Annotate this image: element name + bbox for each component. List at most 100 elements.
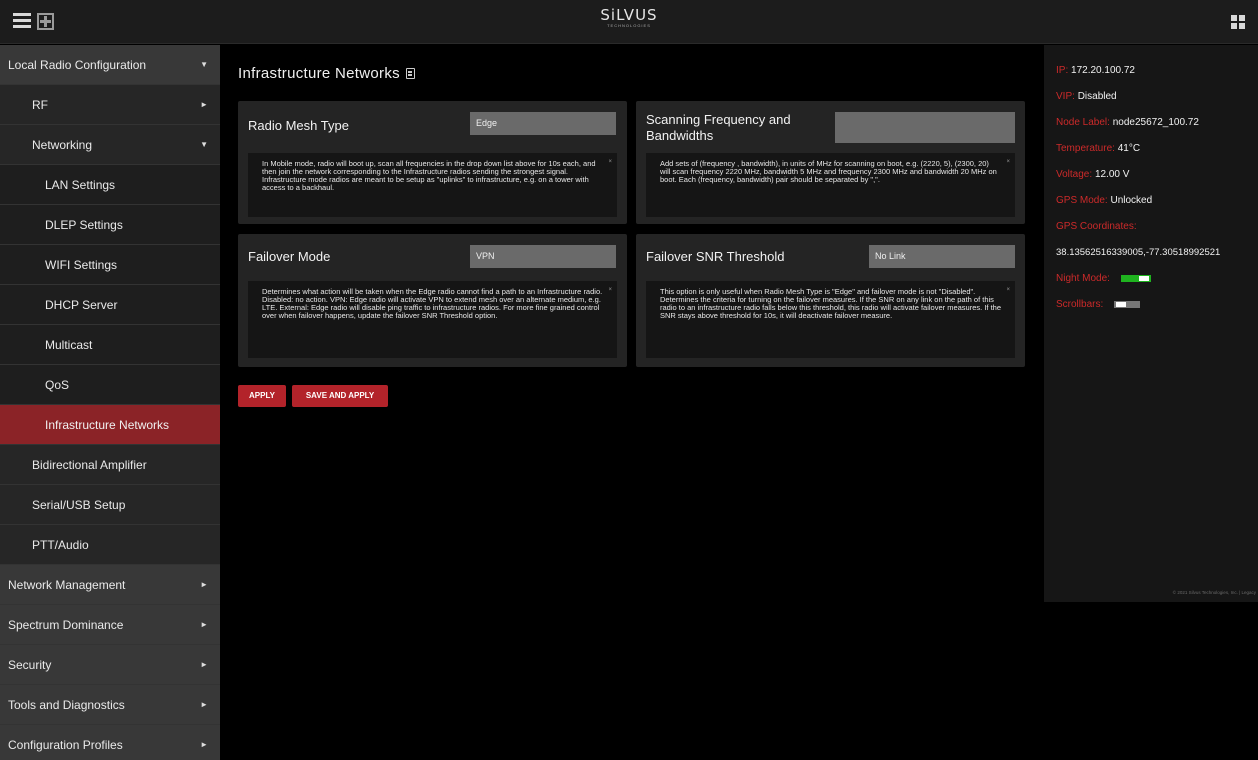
night-mode-toggle[interactable] (1120, 274, 1151, 282)
scrollbars-toggle[interactable] (1114, 300, 1141, 308)
silvus-logo: SiLVUS TECHNOLOGIES (0, 6, 1258, 28)
sidebar-item-qos[interactable]: QoS (0, 365, 220, 405)
sidebar-item-rf[interactable]: RF ► (0, 85, 220, 125)
failover-mode-select[interactable]: VPN (470, 245, 616, 268)
caret-right-icon: ► (200, 700, 208, 709)
sidebar-item-serial-usb-setup[interactable]: Serial/USB Setup (0, 485, 220, 525)
sidebar-item-spectrum-dominance[interactable]: Spectrum Dominance ► (0, 605, 220, 645)
sidebar-item-label: PTT/Audio (32, 538, 89, 552)
status-panel: IP: 172.20.100.72 VIP: Disabled Node Lab… (1044, 45, 1258, 602)
sidebar-item-label: Networking (32, 138, 93, 152)
main-content: Infrastructure Networks Radio Mesh Type … (220, 45, 1043, 760)
sidebar-item-label: Spectrum Dominance (8, 618, 124, 632)
sidebar-item-label: Infrastructure Networks (45, 418, 170, 432)
caret-right-icon: ► (200, 580, 208, 589)
failover-snr-label: Failover SNR Threshold (646, 249, 785, 264)
night-mode-key: Night Mode: (1056, 273, 1110, 284)
sidebar-item-bidirectional-amplifier[interactable]: Bidirectional Amplifier (0, 445, 220, 485)
status-node-label: Node Label: node25672_100.72 (1056, 117, 1199, 128)
page-title-text: Infrastructure Networks (238, 65, 400, 82)
sidebar-item-lan-settings[interactable]: LAN Settings (0, 165, 220, 205)
close-icon[interactable]: × (608, 158, 612, 166)
caret-right-icon: ► (200, 620, 208, 629)
copyright-text: © 2021 Silvus Technologies, Inc. | Legac… (1172, 590, 1256, 595)
grid-layout-icon[interactable] (1231, 15, 1245, 29)
top-bar: SiLVUS TECHNOLOGIES (0, 0, 1258, 44)
node-label-value: node25672_100.72 (1112, 117, 1199, 128)
sidebar-item-label: Configuration Profiles (8, 738, 123, 752)
sidebar-item-tools-and-diagnostics[interactable]: Tools and Diagnostics ► (0, 685, 220, 725)
sidebar-nav: Local Radio Configuration ▼ RF ► Networking ▼… (0, 45, 220, 760)
failover-snr-help: This option is only useful when Radio Me… (646, 281, 1015, 358)
node-label-key: Node Label: (1056, 117, 1110, 128)
scanning-frequency-label: Scanning Frequency and Bandwidths (646, 112, 791, 143)
sidebar-item-dhcp-server[interactable]: DHCP Server (0, 285, 220, 325)
sidebar-item-multicast[interactable]: Multicast (0, 325, 220, 365)
document-icon[interactable] (405, 68, 415, 79)
failover-mode-help-text: Determines what action will be taken whe… (262, 287, 603, 320)
status-vip: VIP: Disabled (1056, 91, 1117, 102)
caret-down-icon: ▼ (200, 140, 208, 149)
save-and-apply-button[interactable]: SAVE AND APPLY (292, 385, 388, 407)
close-icon[interactable]: × (608, 286, 612, 294)
scanning-frequency-card: Scanning Frequency and Bandwidths Add se… (636, 101, 1025, 224)
sidebar-item-label: Network Management (8, 578, 126, 592)
page-title: Infrastructure Networks (238, 65, 415, 82)
vip-value: Disabled (1077, 91, 1117, 102)
radio-mesh-type-help: In Mobile mode, radio will boot up, scan… (248, 153, 617, 217)
sidebar-item-ptt-audio[interactable]: PTT/Audio (0, 525, 220, 565)
sidebar-item-label: Tools and Diagnostics (8, 698, 125, 712)
sidebar-item-dlep-settings[interactable]: DLEP Settings (0, 205, 220, 245)
sidebar-item-label: RF (32, 98, 48, 112)
close-icon[interactable]: × (1006, 286, 1010, 294)
caret-down-icon: ▼ (200, 60, 208, 69)
sidebar-item-local-radio-configuration[interactable]: Local Radio Configuration ▼ (0, 45, 220, 85)
apply-button[interactable]: APPLY (238, 385, 286, 407)
status-scrollbars: Scrollbars: (1056, 299, 1141, 310)
status-gps-mode: GPS Mode: Unlocked (1056, 195, 1152, 206)
status-gps-coordinates-key: GPS Coordinates: (1056, 221, 1137, 232)
close-icon[interactable]: × (1006, 158, 1010, 166)
sidebar-item-label: DLEP Settings (45, 218, 123, 232)
sidebar-item-configuration-profiles[interactable]: Configuration Profiles ► (0, 725, 220, 760)
status-night-mode: Night Mode: (1056, 273, 1151, 284)
logo-subtext: TECHNOLOGIES (607, 23, 651, 28)
sidebar-item-wifi-settings[interactable]: WIFI Settings (0, 245, 220, 285)
failover-snr-help-text: This option is only useful when Radio Me… (660, 287, 1001, 320)
caret-right-icon: ► (200, 660, 208, 669)
failover-mode-card: Failover Mode VPN Determines what action… (238, 234, 627, 367)
ip-value: 172.20.100.72 (1071, 65, 1135, 76)
scanning-frequency-input[interactable] (835, 112, 1015, 143)
failover-snr-select[interactable]: No Link (869, 245, 1015, 268)
temperature-value: 41°C (1117, 143, 1141, 154)
status-voltage: Voltage: 12.00 V (1056, 169, 1129, 180)
scanning-frequency-help: Add sets of (frequency , bandwidth), in … (646, 153, 1015, 217)
night-mode-knob (1138, 275, 1149, 281)
failover-snr-card: Failover SNR Threshold No Link This opti… (636, 234, 1025, 367)
vip-key: VIP: (1056, 91, 1075, 102)
failover-mode-help: Determines what action will be taken whe… (248, 281, 617, 358)
gps-coordinates-key: GPS Coordinates: (1056, 221, 1137, 232)
radio-mesh-type-card: Radio Mesh Type Edge In Mobile mode, rad… (238, 101, 627, 224)
sidebar-item-label: Serial/USB Setup (32, 498, 126, 512)
scrollbars-key: Scrollbars: (1056, 299, 1104, 310)
logo-text: SiLVUS (600, 6, 658, 24)
sidebar-item-network-management[interactable]: Network Management ► (0, 565, 220, 605)
sidebar-item-label: WIFI Settings (45, 258, 118, 272)
sidebar-item-infrastructure-networks[interactable]: Infrastructure Networks (0, 405, 220, 445)
radio-mesh-type-label: Radio Mesh Type (248, 118, 349, 133)
status-gps-coordinates: 38.13562516339005,-77.30518992521 (1056, 247, 1220, 258)
gps-mode-key: GPS Mode: (1056, 195, 1108, 206)
sidebar-item-label: LAN Settings (45, 178, 116, 192)
sidebar-item-security[interactable]: Security ► (0, 645, 220, 685)
sidebar-item-label: Security (8, 658, 52, 672)
sidebar-item-networking[interactable]: Networking ▼ (0, 125, 220, 165)
radio-mesh-type-help-text: In Mobile mode, radio will boot up, scan… (262, 159, 596, 192)
scrollbars-knob (1116, 301, 1127, 307)
ip-key: IP: (1056, 65, 1069, 76)
voltage-value: 12.00 V (1094, 169, 1130, 180)
failover-mode-label: Failover Mode (248, 249, 331, 264)
voltage-key: Voltage: (1056, 169, 1093, 180)
gps-mode-value: Unlocked (1110, 195, 1153, 206)
radio-mesh-type-select[interactable]: Edge (470, 112, 616, 135)
